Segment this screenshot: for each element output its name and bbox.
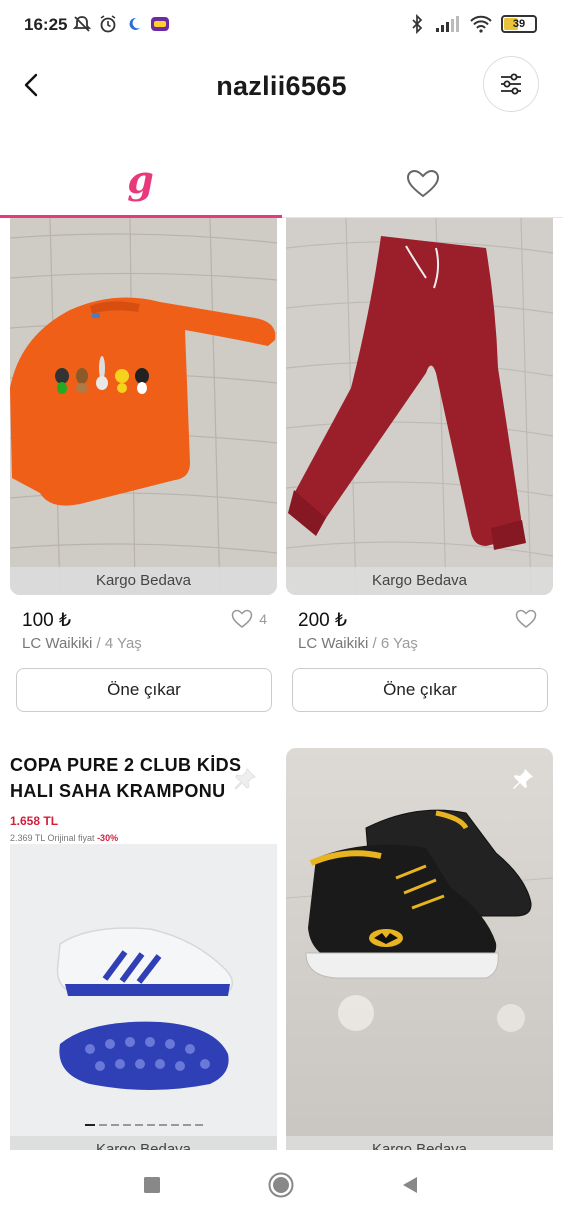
triangle-back-icon (403, 1177, 417, 1193)
listing-image[interactable]: COPA PURE 2 CLUB KİDS HALI SAHA KRAMPONU… (10, 748, 277, 1150)
ad-discount: -30% (97, 833, 119, 843)
listing-card[interactable]: COPA PURE 2 CLUB KİDS HALI SAHA KRAMPONU… (10, 748, 277, 1150)
like-button[interactable] (515, 609, 543, 629)
pants-photo (286, 218, 553, 595)
circle-icon (268, 1172, 294, 1198)
filter-button[interactable] (483, 56, 539, 112)
ad-price: 1.658 TL (10, 814, 59, 828)
mute-icon (72, 16, 92, 32)
brand: LC Waikiki (22, 635, 93, 652)
listing-card[interactable]: Kargo Bedava (286, 748, 553, 1150)
promote-button[interactable]: Öne çıkar (16, 668, 272, 712)
size: 4 Yaş (104, 635, 142, 652)
recents-button[interactable] (138, 1171, 166, 1199)
battery-level: 39 (512, 18, 526, 30)
alarm-icon (100, 15, 116, 33)
promote-button[interactable]: Öne çıkar (292, 668, 548, 712)
ad-original-price: 2.369 TL Orijinal fiyat -30% (10, 833, 277, 843)
listing-card[interactable]: Kargo Bedava 200 ₺ LC Waikiki / 6 Yaş Ön… (286, 218, 553, 712)
shipping-label: Kargo Bedava (286, 1136, 553, 1150)
sneakers-photo (286, 748, 553, 1150)
status-time: 16:25 (24, 15, 68, 34)
status-icons-left (72, 14, 170, 34)
listing-image[interactable]: Kargo Bedava (286, 218, 553, 595)
system-nav-bar (0, 1151, 563, 1219)
pin-icon[interactable] (510, 766, 536, 792)
meta-separator: / (96, 635, 101, 652)
tabs: g (0, 150, 563, 218)
ad-original-text: 2.369 TL Orijinal fiyat (10, 833, 95, 843)
heart-icon (231, 609, 253, 628)
listing-image[interactable]: Kargo Bedava (286, 748, 553, 1150)
boots-photo (10, 844, 277, 1150)
app-notification-icon (151, 17, 169, 31)
moon-icon (129, 17, 140, 30)
listing-image[interactable]: Kargo Bedava (10, 218, 277, 595)
wifi-icon (470, 15, 492, 33)
heart-icon (406, 169, 439, 198)
heart-icon (515, 609, 537, 628)
status-icons-right: 39 (407, 14, 537, 34)
shipping-label: Kargo Bedava (10, 1136, 277, 1150)
price: 100 ₺ (22, 610, 72, 631)
system-back-button[interactable] (396, 1171, 424, 1199)
like-count: 4 (259, 611, 267, 627)
brand: LC Waikiki (298, 635, 369, 652)
listing-card[interactable]: Kargo Bedava 100 ₺ 4 LC Waikiki / 4 Yaş … (10, 218, 277, 712)
status-bar: 16:25 39 (0, 0, 563, 52)
meta-separator: / (372, 635, 377, 652)
battery-icon: 39 (501, 15, 537, 33)
size: 6 Yaş (380, 635, 418, 652)
signal-icon (436, 16, 459, 32)
listing-meta: LC Waikiki / 4 Yaş (10, 635, 277, 652)
sweatshirt-photo (10, 218, 277, 595)
like-button[interactable]: 4 (231, 609, 267, 629)
header: nazlii6565 (0, 52, 563, 122)
price: 200 ₺ (298, 610, 348, 631)
tab-favorites[interactable] (282, 150, 563, 218)
page-title: nazlii6565 (216, 71, 347, 101)
price-row: 100 ₺ 4 (10, 609, 277, 637)
shipping-label: Kargo Bedava (10, 567, 277, 595)
filter-sliders-icon (501, 73, 521, 95)
home-button[interactable] (267, 1171, 295, 1199)
pin-icon (234, 768, 256, 790)
tab-listings[interactable]: g (0, 150, 281, 218)
listings-g-icon: g (127, 157, 154, 202)
price-row: 200 ₺ (286, 609, 553, 637)
square-icon (144, 1177, 160, 1193)
bluetooth-icon (412, 14, 423, 34)
shipping-label: Kargo Bedava (286, 567, 553, 595)
listing-meta: LC Waikiki / 6 Yaş (286, 635, 553, 652)
